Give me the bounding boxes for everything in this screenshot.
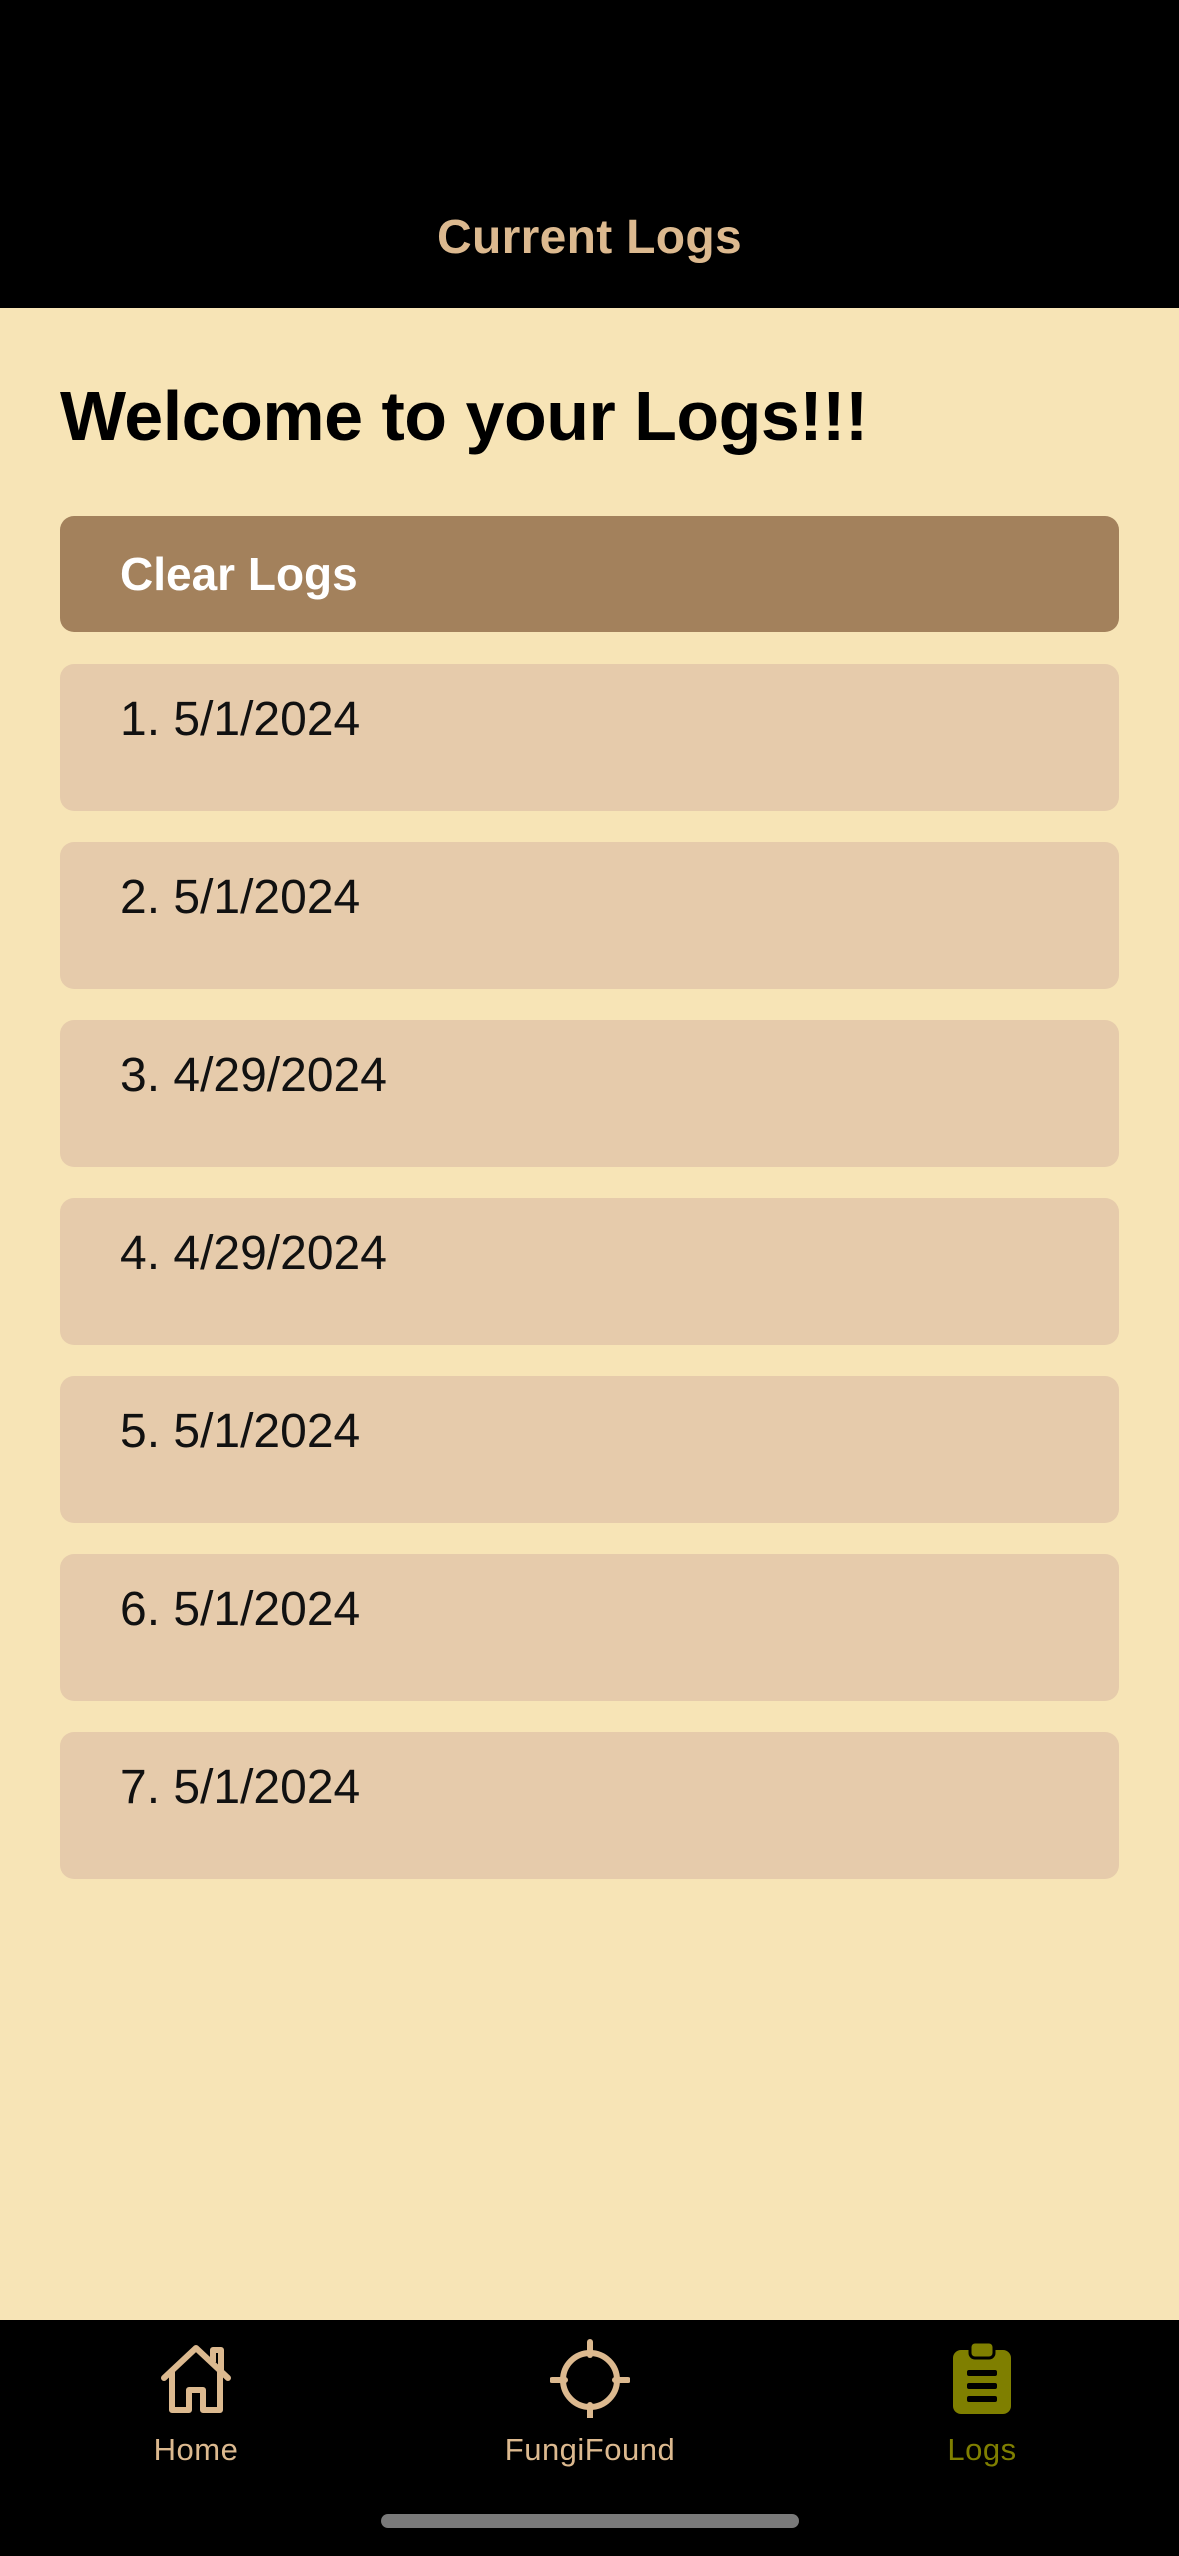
log-list-item[interactable]: 1. 5/1/2024 [60, 664, 1119, 811]
log-list-item[interactable]: 5. 5/1/2024 [60, 1376, 1119, 1523]
clear-logs-button[interactable]: Clear Logs [60, 516, 1119, 632]
log-list-item[interactable]: 4. 4/29/2024 [60, 1198, 1119, 1345]
crosshair-icon [550, 2339, 630, 2418]
tab-home-label: Home [153, 2432, 239, 2467]
tab-fungifound[interactable]: FungiFound [440, 2320, 740, 2480]
log-list-item[interactable]: 7. 5/1/2024 [60, 1732, 1119, 1879]
tab-home[interactable]: Home [46, 2320, 346, 2480]
page-title: Current Logs [437, 211, 742, 264]
welcome-heading: Welcome to your Logs!!! [60, 377, 868, 455]
log-list-item[interactable]: 6. 5/1/2024 [60, 1554, 1119, 1701]
home-indicator[interactable] [381, 2514, 799, 2528]
app-screen: Current Logs Welcome to your Logs!!! Cle… [0, 0, 1179, 2556]
tab-fungifound-label: FungiFound [504, 2432, 676, 2467]
nav-header: Current Logs [0, 0, 1179, 308]
tab-logs-label: Logs [947, 2432, 1017, 2467]
log-list-item[interactable]: 2. 5/1/2024 [60, 842, 1119, 989]
logs-content[interactable]: Welcome to your Logs!!! Clear Logs 1. 5/… [0, 308, 1179, 2320]
log-list-item[interactable]: 3. 4/29/2024 [60, 1020, 1119, 1167]
tab-logs[interactable]: Logs [832, 2320, 1132, 2480]
house-icon [161, 2345, 231, 2413]
clipboard-icon [953, 2340, 1011, 2414]
